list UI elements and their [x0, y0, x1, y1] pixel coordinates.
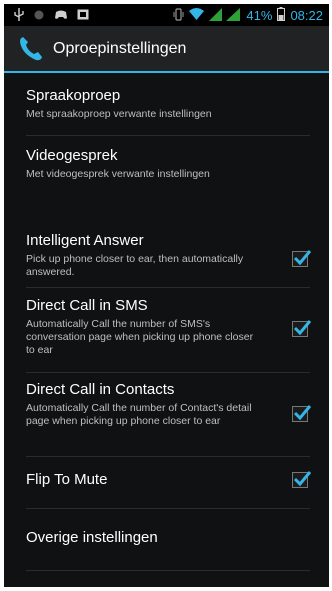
setting-title: Direct Call in Contacts — [26, 381, 175, 398]
clock: 08:22 — [290, 8, 323, 23]
status-bar-right: 41% 08:22 — [173, 7, 323, 24]
checkmark-icon — [293, 250, 312, 266]
setting-title: Direct Call in SMS — [26, 297, 148, 314]
setting-videogesprek[interactable]: Videogesprek Met videogesprek verwante i… — [26, 147, 310, 197]
setting-subtitle: Pick up phone closer to ear, then automa… — [26, 253, 244, 278]
intelligent-answer-checkbox[interactable] — [292, 250, 312, 267]
setting-direct-call-contacts[interactable]: Direct Call in Contacts Automatically Ca… — [26, 381, 312, 457]
setting-title: Flip To Mute — [26, 471, 108, 488]
setting-subtitle: Automatically Call the number of SMS's c… — [26, 318, 254, 356]
setting-flip-to-mute[interactable]: Flip To Mute — [26, 471, 312, 509]
setting-subtitle: Met spraakoproep verwante instellingen — [26, 108, 212, 120]
setting-subtitle: Met videogesprek verwante instellingen — [26, 168, 210, 180]
setting-overige-instellingen[interactable]: Overige instellingen — [26, 529, 310, 571]
usb-icon — [14, 8, 24, 24]
checkmark-icon — [293, 471, 312, 487]
battery-icon — [277, 7, 286, 24]
signal-icon — [209, 7, 241, 24]
page-title: Oproepinstellingen — [53, 39, 187, 57]
action-bar: Oproepinstellingen — [4, 26, 329, 73]
direct-call-contacts-checkbox[interactable] — [292, 405, 312, 422]
setting-subtitle: Automatically Call the number of Contact… — [26, 402, 252, 427]
vibrate-icon — [173, 7, 184, 24]
status-bar: 41% 08:22 — [4, 4, 329, 26]
gamepad-icon — [54, 9, 68, 23]
setting-title: Spraakoproep — [26, 87, 121, 104]
setting-title: Videogesprek — [26, 147, 118, 164]
checkmark-icon — [293, 405, 312, 421]
setting-title: Overige instellingen — [26, 529, 158, 546]
phone-screen: 41% 08:22 Oproepinstellingen Spraakoproe… — [4, 4, 329, 587]
image-icon — [77, 9, 89, 23]
flip-to-mute-checkbox[interactable] — [292, 471, 312, 488]
setting-direct-call-sms[interactable]: Direct Call in SMS Automatically Call th… — [26, 297, 312, 373]
phone-icon[interactable] — [16, 34, 46, 64]
battery-percent: 41% — [246, 8, 273, 23]
setting-spraakoproep[interactable]: Spraakoproep Met spraakoproep verwante i… — [26, 87, 310, 136]
status-bar-left — [14, 8, 89, 24]
setting-intelligent-answer[interactable]: Intelligent Answer Pick up phone closer … — [26, 232, 312, 288]
notification-icon — [33, 9, 45, 24]
checkmark-icon — [293, 320, 312, 336]
direct-call-sms-checkbox[interactable] — [292, 320, 312, 337]
setting-title: Intelligent Answer — [26, 232, 144, 249]
wifi-icon — [189, 8, 205, 23]
